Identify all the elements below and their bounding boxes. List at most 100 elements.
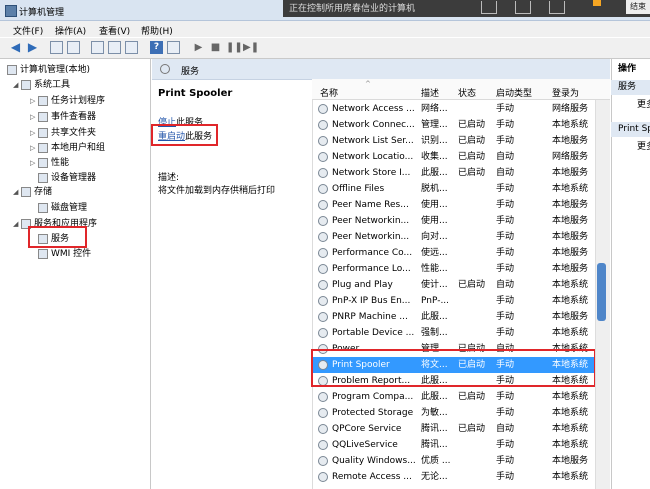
help-icon[interactable]: ?: [150, 41, 163, 54]
pause-service-icon[interactable]: ❚❚: [226, 41, 243, 54]
cell-startup-type: 自动: [496, 280, 515, 290]
table-row[interactable]: Network Access ... 网络... 手动 网络服务: [312, 101, 594, 117]
column-startup-type[interactable]: 启动类型: [496, 86, 532, 99]
table-row[interactable]: Performance Co... 使远... 手动 本地服务: [312, 245, 594, 261]
tree-task-scheduler[interactable]: ▷ 任务计划程序: [30, 95, 105, 108]
table-row[interactable]: Peer Networkin... 向对... 手动 本地服务: [312, 229, 594, 245]
speaker-icon[interactable]: [515, 1, 531, 14]
table-row[interactable]: Network List Ser... 识别... 已启动 手动 本地服务: [312, 133, 594, 149]
menu-file[interactable]: 文件(F): [13, 24, 43, 37]
actions-more-2[interactable]: 更多操作: [611, 140, 650, 155]
table-row[interactable]: Protected Storage 为敏... 手动 本地系统: [312, 405, 594, 421]
menu-help[interactable]: 帮助(H): [141, 24, 173, 37]
table-row[interactable]: Plug and Play 使计... 已启动 自动 本地系统: [312, 277, 594, 293]
tree-local-users[interactable]: ▷ 本地用户和组: [30, 142, 105, 155]
actions-group-print-spooler[interactable]: Print Spooler: [611, 122, 650, 137]
table-row[interactable]: Quality Windows... 优质 ... 手动 本地服务: [312, 453, 594, 469]
expand-icon[interactable]: ▷: [30, 111, 38, 124]
column-status[interactable]: 状态: [458, 86, 476, 99]
table-row[interactable]: QQLiveService 腾讯... 手动 本地系统: [312, 437, 594, 453]
up-folder-icon[interactable]: [50, 41, 63, 54]
expand-icon[interactable]: ▷: [30, 127, 38, 140]
computer-icon: [7, 64, 17, 75]
column-description[interactable]: 描述: [421, 86, 439, 99]
cell-startup-type: 手动: [496, 472, 515, 482]
table-row[interactable]: Network Store I... 此服... 已启动 自动 本地服务: [312, 165, 594, 181]
table-row[interactable]: PNRP Machine ... 此服... 手动 本地服务: [312, 309, 594, 325]
cell-startup-type: 自动: [496, 424, 515, 434]
fullscreen-icon[interactable]: [549, 1, 565, 14]
tree-root[interactable]: 计算机管理(本地): [7, 64, 90, 77]
end-session-button[interactable]: 结束: [626, 0, 650, 14]
tree-event-viewer[interactable]: ▷ 事件查看器: [30, 111, 96, 124]
column-log-on-as[interactable]: 登录为: [552, 86, 579, 99]
cell-name: Remote Access ...: [332, 472, 412, 482]
table-row[interactable]: Peer Networkin... 使用... 手动 本地服务: [312, 213, 594, 229]
console-tree-icon[interactable]: [67, 41, 80, 54]
scrollbar-thumb[interactable]: [597, 263, 606, 321]
collapse-icon[interactable]: ◢: [13, 186, 21, 199]
service-gear-icon: [318, 328, 328, 338]
table-row[interactable]: Remote Access ... 无论... 手动 本地系统: [312, 469, 594, 485]
back-icon[interactable]: ◀: [9, 41, 22, 54]
collapse-icon[interactable]: ◢: [13, 218, 21, 231]
menu-view[interactable]: 查看(V): [99, 24, 130, 37]
tree-device-manager[interactable]: 设备管理器: [38, 172, 96, 185]
menu-action[interactable]: 操作(A): [55, 24, 86, 37]
table-row[interactable]: Peer Name Res... 使用... 手动 本地服务: [312, 197, 594, 213]
shared-folder-icon: [38, 127, 48, 138]
column-name[interactable]: 名称: [320, 86, 338, 99]
cell-startup-type: 手动: [496, 200, 515, 210]
service-gear-icon: [318, 168, 328, 178]
table-row[interactable]: Offline Files 脱机... 手动 本地系统: [312, 181, 594, 197]
tree-disk-management[interactable]: 磁盘管理: [38, 202, 87, 215]
highlight-print-spooler: [311, 349, 596, 387]
tree-system-tools[interactable]: ◢ 系统工具: [13, 79, 70, 92]
cell-description: 腾讯...: [421, 440, 448, 450]
star-icon[interactable]: [593, 0, 601, 6]
service-gear-icon: [318, 232, 328, 242]
properties-icon[interactable]: [91, 41, 104, 54]
cell-log-on-as: 本地系统: [552, 280, 589, 290]
table-row[interactable]: PnP-X IP Bus En... PnP-... 手动 本地系统: [312, 293, 594, 309]
refresh-icon[interactable]: [108, 41, 121, 54]
tree-performance[interactable]: ▷ 性能: [30, 157, 69, 170]
expand-icon[interactable]: ▷: [30, 142, 38, 155]
expand-icon[interactable]: ▷: [30, 95, 38, 108]
cell-startup-type: 自动: [496, 168, 515, 178]
start-service-icon[interactable]: ▶: [192, 41, 205, 54]
cell-description: 网络...: [421, 104, 448, 114]
service-gear-icon: [318, 408, 328, 418]
selected-service-name: Print Spooler: [158, 88, 233, 99]
cell-name: Portable Device ...: [332, 328, 415, 338]
table-row[interactable]: Network Locatio... 收集... 已启动 自动 网络服务: [312, 149, 594, 165]
cell-status: 已启动: [458, 424, 486, 434]
table-row[interactable]: Program Compa... 此服... 已启动 手动 本地系统: [312, 389, 594, 405]
cell-description: 腾讯...: [421, 424, 448, 434]
share-icon[interactable]: [481, 1, 497, 14]
cell-startup-type: 手动: [496, 296, 515, 306]
cell-log-on-as: 本地服务: [552, 232, 589, 242]
collapse-icon[interactable]: ◢: [13, 79, 21, 92]
actions-more-1[interactable]: 更多操作: [611, 98, 650, 113]
export-list-icon[interactable]: [125, 41, 138, 54]
service-gear-icon: [318, 296, 328, 306]
restart-service-icon[interactable]: ▶❚: [243, 41, 259, 54]
expand-icon[interactable]: ▷: [30, 157, 38, 170]
table-row[interactable]: Portable Device ... 强制... 手动 本地系统: [312, 325, 594, 341]
cell-log-on-as: 本地系统: [552, 120, 589, 130]
cell-log-on-as: 本地系统: [552, 392, 589, 402]
table-row[interactable]: QPCore Service 腾讯... 已启动 自动 本地系统: [312, 421, 594, 437]
table-row[interactable]: Performance Lo... 性能... 手动 本地服务: [312, 261, 594, 277]
cell-status: 已启动: [458, 392, 486, 402]
service-gear-icon: [318, 312, 328, 322]
stop-service-icon[interactable]: ■: [209, 41, 222, 54]
table-row[interactable]: Network Connec... 管理... 已启动 手动 本地系统: [312, 117, 594, 133]
tree-shared-folders[interactable]: ▷ 共享文件夹: [30, 127, 96, 140]
forward-icon[interactable]: ▶: [26, 41, 39, 54]
view-icon[interactable]: [167, 41, 180, 54]
cell-startup-type: 手动: [496, 104, 515, 114]
tree-storage[interactable]: ◢ 存储: [13, 186, 52, 199]
tree-wmi-control[interactable]: WMI 控件: [38, 248, 91, 261]
actions-group-services[interactable]: 服务: [611, 80, 650, 95]
